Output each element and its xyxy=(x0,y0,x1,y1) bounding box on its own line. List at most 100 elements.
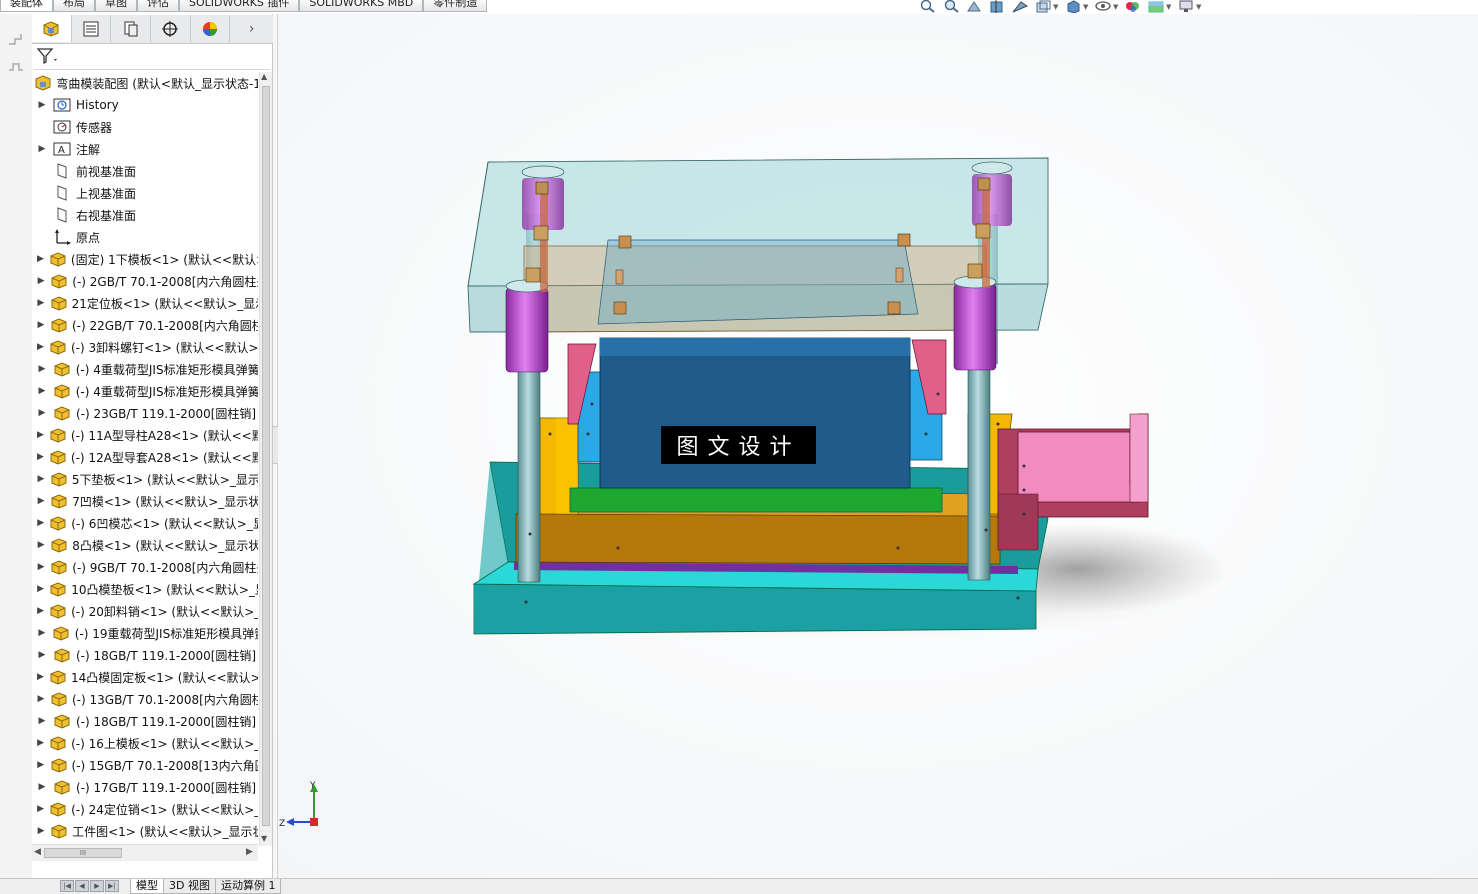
expand-chevron-icon[interactable]: ▶ xyxy=(37,474,45,484)
previous-view-icon[interactable] xyxy=(964,0,984,14)
expand-chevron-icon[interactable]: ▶ xyxy=(37,584,44,594)
tree-item[interactable]: ▶ (-) 17GB/T 119.1-2000[圆柱销] xyxy=(32,776,258,798)
tab-motion-study[interactable]: 运动算例 1 xyxy=(214,879,282,894)
tree-item[interactable]: ▶ (-) 18GB/T 119.1-2000[圆柱销] xyxy=(32,644,258,666)
tree-item[interactable]: ▶ History xyxy=(32,94,258,116)
expand-chevron-icon[interactable]: ▶ xyxy=(37,694,45,704)
expand-chevron-icon[interactable]: ▶ xyxy=(37,782,47,792)
zoom-area-icon[interactable] xyxy=(941,0,961,14)
scroll-down-icon[interactable]: ▼ xyxy=(261,834,267,843)
tree-item[interactable]: ▶ (-) 19重载荷型JIS标准矩形模具弹簧 xyxy=(32,622,258,644)
tree-item[interactable]: ▶ 7凹模<1> (默认<<默认>_显示状态 1>) xyxy=(32,490,258,512)
tree-item[interactable]: ▶ (-) 12A型导套A28<1> (默认<<默认>_显示状态 1>) xyxy=(32,446,258,468)
zoom-to-fit-icon[interactable] xyxy=(918,0,938,14)
tree-item[interactable]: ▶ (-) 20卸料销<1> (默认<<默认>_显示状态 1>) xyxy=(32,600,258,622)
tree-item[interactable]: ▶ (-) 3卸料螺钉<1> (默认<<默认>_显示状态 1>) xyxy=(32,336,258,358)
tab-layout[interactable]: 布局 xyxy=(53,0,95,12)
display-style-icon[interactable] xyxy=(1063,0,1083,14)
expand-chevron-icon[interactable]: ▶ xyxy=(37,452,44,462)
chevron-down-icon[interactable]: ▼ xyxy=(1196,3,1203,11)
expand-chevron-icon[interactable]: ▶ xyxy=(37,100,47,110)
tree-item[interactable]: ▶ (固定) 1下模板<1> (默认<<默认>_显示状态 1>) xyxy=(32,248,258,270)
feature-manager-icon[interactable] xyxy=(32,15,72,42)
tree-item[interactable]: 上视基准面 xyxy=(32,182,258,204)
tree-item[interactable]: ▶ (-) 2GB/T 70.1-2008[内六角圆柱头螺钉] xyxy=(32,270,258,292)
view-orientation-icon[interactable] xyxy=(1033,0,1053,14)
scroll-left-icon[interactable]: ◀ xyxy=(34,847,41,857)
tab-model[interactable]: 模型 xyxy=(130,879,164,894)
tab-part-manufacturing[interactable]: 零件制造 xyxy=(423,0,488,12)
expand-chevron-icon[interactable]: ▶ xyxy=(37,298,45,308)
tree-item[interactable]: ▶ 21定位板<1> (默认<<默认>_显示状态 1>) xyxy=(32,292,258,314)
tab-assembly[interactable]: 装配体 xyxy=(0,0,53,12)
expand-chevron-icon[interactable]: ▶ xyxy=(37,738,44,748)
chevron-down-icon[interactable]: ▼ xyxy=(1166,3,1173,11)
tree-item[interactable]: ▶ 8凸模<1> (默认<<默认>_显示状态 1>) xyxy=(32,534,258,556)
punch-block[interactable] xyxy=(599,337,911,489)
tree-item[interactable]: ▶ (-) 11A型导柱A28<1> (默认<<默认>_显示状态 1>) xyxy=(32,424,258,446)
scroll-right-icon[interactable]: ▶ xyxy=(246,847,253,857)
tree-item[interactable]: ▶ (-) 15GB/T 70.1-2008[13内六角圆柱头螺钉] xyxy=(32,754,258,776)
graphics-area[interactable]: Y Z 图文设计 xyxy=(278,14,1478,878)
display-manager-icon[interactable] xyxy=(191,15,231,42)
expand-chevron-icon[interactable]: ▶ xyxy=(37,540,45,550)
expand-chevron-icon[interactable]: ▶ xyxy=(37,320,45,330)
expand-chevron-icon[interactable]: ▶ xyxy=(37,276,45,286)
tab-sketch[interactable]: 草图 xyxy=(95,0,137,12)
edit-appearance-icon[interactable] xyxy=(1123,0,1143,14)
chevron-down-icon[interactable]: ▼ xyxy=(1083,3,1090,11)
last-tab-icon[interactable]: ▶| xyxy=(105,880,119,892)
next-tab-icon[interactable]: ▶ xyxy=(90,880,104,892)
expand-chevron-icon[interactable]: ▶ xyxy=(37,716,47,726)
section-view-icon[interactable] xyxy=(987,0,1007,14)
tree-item[interactable]: ▶ (-) 13GB/T 70.1-2008[内六角圆柱头螺钉] xyxy=(32,688,258,710)
expand-chevron-icon[interactable]: ▶ xyxy=(37,606,44,616)
tree-item[interactable]: ▶ 10凸模垫板<1> (默认<<默认>_显示状态 1>) xyxy=(32,578,258,600)
dimxpert-icon[interactable] xyxy=(151,15,191,42)
tree-item[interactable]: ▶ (-) 24定位销<1> (默认<<默认>_显示状态 1>) xyxy=(32,798,258,820)
view-settings-icon[interactable] xyxy=(1176,0,1196,14)
tree-item[interactable]: ▶ 14凸模固定板<1> (默认<<默认>_显示状态 1>) xyxy=(32,666,258,688)
tree-item[interactable]: ▶ (-) 4重载荷型JIS标准矩形模具弹簧 xyxy=(32,358,258,380)
expand-chevron-icon[interactable]: ▶ xyxy=(37,144,47,154)
tab-solidworks-mbd[interactable]: SOLIDWORKS MBD xyxy=(299,0,424,12)
expand-chevron-icon[interactable]: ▶ xyxy=(37,364,47,374)
tree-item[interactable]: ▶ (-) 4重载荷型JIS标准矩形模具弹簧 xyxy=(32,380,258,402)
expand-chevron-icon[interactable]: ▶ xyxy=(37,672,44,682)
expand-chevron-icon[interactable]: ▶ xyxy=(37,628,47,638)
tree-item[interactable]: ▶ 5下垫板<1> (默认<<默认>_显示状态 1>) xyxy=(32,468,258,490)
tree-root[interactable]: 弯曲模装配图 (默认<默认_显示状态-1>) xyxy=(32,72,258,94)
tree-filter[interactable] xyxy=(34,45,270,70)
previous-tab-icon[interactable]: ◀ xyxy=(75,880,89,892)
tree-item[interactable]: ▶ (-) 9GB/T 70.1-2008[内六角圆柱头螺钉] xyxy=(32,556,258,578)
hide-show-icon[interactable] xyxy=(1093,0,1113,14)
punch-fixing-plate[interactable] xyxy=(523,239,987,333)
expand-chevron-icon[interactable]: ▶ xyxy=(37,496,45,506)
tree-item[interactable]: 右视基准面 xyxy=(32,204,258,226)
tree-item[interactable]: ▶ A 注解 xyxy=(32,138,258,160)
tree-item[interactable]: ▶ (-) 22GB/T 70.1-2008[内六角圆柱头螺钉] xyxy=(32,314,258,336)
scroll-up-icon[interactable]: ▲ xyxy=(261,72,267,81)
tab-solidworks-addins[interactable]: SOLIDWORKS 插件 xyxy=(179,0,300,12)
tree-vertical-scrollbar[interactable]: ▲ ▼ xyxy=(259,72,272,846)
tree-item[interactable]: 原点 xyxy=(32,226,258,248)
expand-chevron-icon[interactable]: ▶ xyxy=(37,254,44,264)
chevron-down-icon[interactable]: ▼ xyxy=(1113,3,1120,11)
expand-chevron-icon[interactable]: ▶ xyxy=(37,408,47,418)
tree-item[interactable]: ▶ (-) 16上模板<1> (默认<<默认>_显示状态 1>) xyxy=(32,732,258,754)
tree-item[interactable]: 前视基准面 xyxy=(32,160,258,182)
tab-evaluate[interactable]: 评估 xyxy=(137,0,179,12)
tree-item[interactable]: ▶ (-) 18GB/T 119.1-2000[圆柱销] xyxy=(32,710,258,732)
expand-chevron-icon[interactable]: ▶ xyxy=(37,386,47,396)
step-icon[interactable] xyxy=(6,58,26,76)
punch-pad[interactable] xyxy=(569,487,943,513)
scroll-thumb[interactable]: III xyxy=(44,848,122,858)
die-assembly-model[interactable]: Y Z xyxy=(278,14,1478,878)
expand-chevron-icon[interactable]: ▶ xyxy=(37,826,45,836)
tree-item[interactable]: ▶ (-) 6凹模芯<1> (默认<<默认>_显示状态 1>) xyxy=(32,512,258,534)
dynamic-annotation-icon[interactable] xyxy=(1010,0,1030,14)
chevron-right-icon[interactable]: › xyxy=(230,15,273,42)
first-tab-icon[interactable]: |◀ xyxy=(60,880,74,892)
property-manager-icon[interactable] xyxy=(72,15,112,42)
tree-item[interactable]: ▶ 工件图<1> (默认<<默认>_显示状态 1>) xyxy=(32,820,258,842)
